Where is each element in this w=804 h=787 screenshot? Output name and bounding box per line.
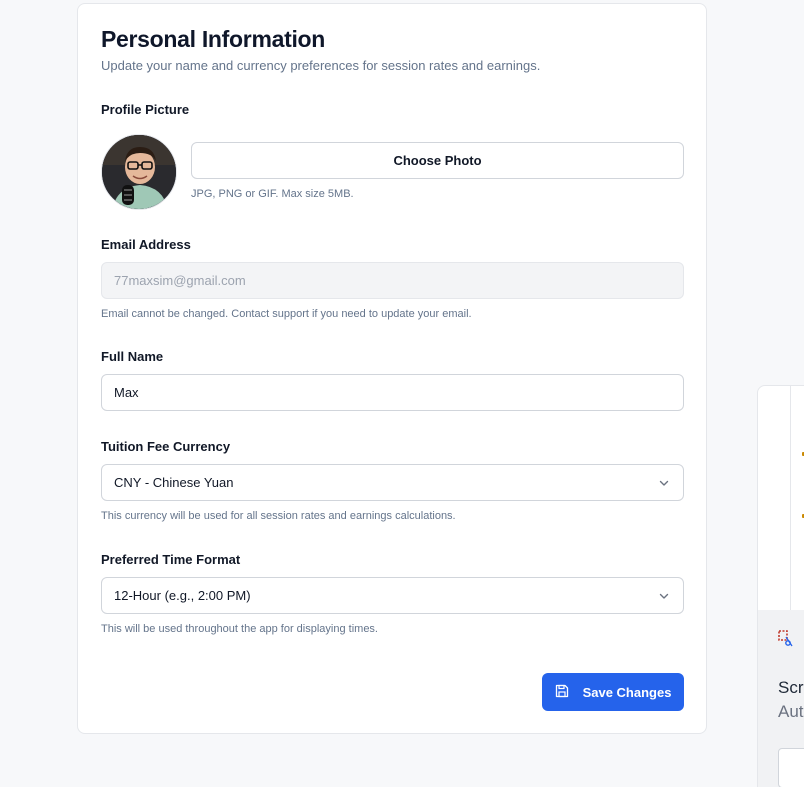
currency-selected-value: CNY - Chinese Yuan <box>114 475 234 490</box>
snipping-tool-icon <box>778 630 794 653</box>
chevron-down-icon <box>657 476 671 490</box>
notification-title: Scre <box>778 678 804 697</box>
currency-hint: This currency will be used for all sessi… <box>101 510 456 522</box>
time-format-label: Preferred Time Format <box>101 552 241 567</box>
time-format-selected-value: 12-Hour (e.g., 2:00 PM) <box>114 588 251 603</box>
profile-picture-label: Profile Picture <box>101 102 190 117</box>
currency-select[interactable]: CNY - Chinese Yuan <box>101 464 684 501</box>
personal-information-card: Personal Information Update your name an… <box>77 3 707 734</box>
full-name-value: Max <box>114 385 139 400</box>
side-panel <box>757 385 804 615</box>
email-label: Email Address <box>101 237 191 252</box>
notification-subtitle: Aut <box>778 702 804 721</box>
save-changes-button[interactable]: Save Changes <box>542 673 684 711</box>
avatar <box>101 134 177 210</box>
email-value: 77maxsim@gmail.com <box>114 273 246 288</box>
full-name-input[interactable]: Max <box>101 374 684 411</box>
page-title: Personal Information <box>101 26 326 52</box>
save-icon <box>555 684 569 701</box>
notification-preview[interactable] <box>778 748 804 787</box>
photo-format-hint: JPG, PNG or GIF. Max size 5MB. <box>191 188 354 200</box>
email-field[interactable]: 77maxsim@gmail.com <box>101 262 684 299</box>
page-subtitle: Update your name and currency preference… <box>101 58 541 73</box>
avatar-photo-icon <box>102 135 176 209</box>
time-format-select[interactable]: 12-Hour (e.g., 2:00 PM) <box>101 577 684 614</box>
chevron-down-icon <box>657 589 671 603</box>
full-name-label: Full Name <box>101 349 164 364</box>
email-hint: Email cannot be changed. Contact support… <box>101 308 472 320</box>
time-format-hint: This will be used throughout the app for… <box>101 623 378 635</box>
panel-divider <box>790 386 791 614</box>
currency-label: Tuition Fee Currency <box>101 439 231 454</box>
choose-photo-button[interactable]: Choose Photo <box>191 142 684 179</box>
notification-toast[interactable]: Scre Aut <box>757 610 804 787</box>
save-changes-label: Save Changes <box>582 684 672 700</box>
